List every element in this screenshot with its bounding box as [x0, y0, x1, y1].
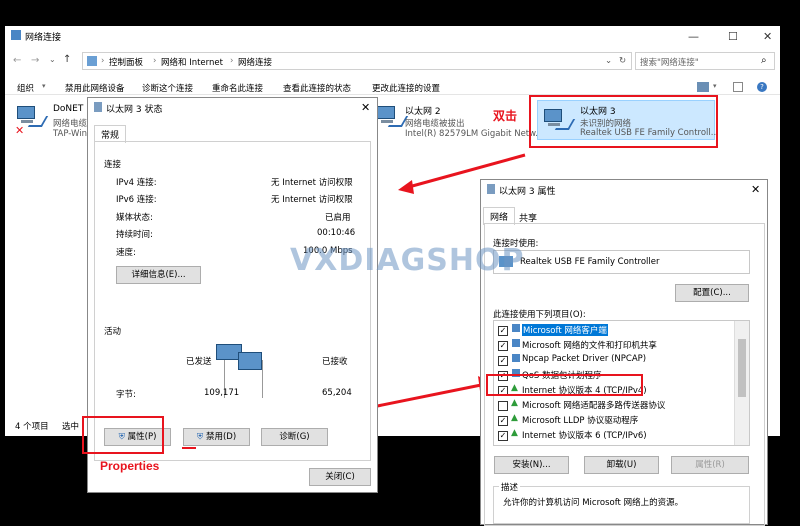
protocol-icon: ▲ — [511, 428, 518, 438]
adapter-name: Realtek USB FE Family Controller — [520, 257, 660, 267]
description-text: 允许你的计算机访问 Microsoft 网络上的资源。 — [503, 498, 684, 508]
properties-dialog: 以太网 3 属性 ✕ 网络 共享 连接时使用: Realtek USB FE F… — [480, 179, 768, 526]
scrollbar-thumb[interactable] — [738, 339, 746, 397]
arrow-head — [398, 180, 414, 194]
item-label: Microsoft 网络的文件和打印机共享 — [522, 341, 657, 351]
section-connection: 连接 — [104, 160, 122, 170]
row-value: 无 Internet 访问权限 — [271, 195, 353, 205]
dialog-title: 以太网 3 状态 — [106, 105, 163, 115]
network-icon — [487, 184, 495, 194]
row-label: 持续时间: — [116, 230, 153, 240]
disable-button[interactable]: ⛨ 禁用(D) — [183, 428, 250, 446]
item-properties-button[interactable]: 属性(R) — [671, 456, 749, 474]
checkbox-checked[interactable]: ✓ — [498, 341, 508, 351]
watermark: VXDIAGSHOP — [290, 243, 525, 278]
dialog-title: 以太网 3 属性 — [499, 187, 556, 197]
received-label: 已接收 — [322, 357, 348, 367]
description-label: 描述 — [499, 481, 521, 493]
network-icon — [94, 102, 102, 112]
disable-button-label: 禁用(D) — [205, 432, 237, 442]
protocol-icon: ▲ — [511, 413, 518, 423]
bytes-received: 65,204 — [322, 388, 352, 398]
item-label: Npcap Packet Driver (NPCAP) — [522, 354, 647, 364]
annotation-underline — [182, 447, 196, 449]
section-activity: 活动 — [104, 327, 122, 337]
checkbox-unchecked[interactable] — [498, 401, 508, 411]
close-button[interactable]: 关闭(C) — [309, 468, 371, 486]
uninstall-button[interactable]: 卸载(U) — [584, 456, 659, 474]
item-label: Internet 协议版本 6 (TCP/IPv6) — [522, 431, 647, 441]
row-value: 已启用 — [325, 213, 351, 223]
checkbox-checked[interactable]: ✓ — [498, 416, 508, 426]
row-label: 媒体状态: — [116, 213, 153, 223]
row-value: 无 Internet 访问权限 — [271, 178, 353, 188]
bytes-label: 字节: — [116, 390, 136, 400]
close-icon[interactable]: ✕ — [751, 183, 760, 196]
items-label: 此连接使用下列项目(O): — [493, 310, 586, 320]
activity-divider — [262, 360, 263, 398]
configure-button[interactable]: 配置(C)... — [675, 284, 749, 302]
items-scrollbar[interactable] — [734, 321, 749, 445]
install-button[interactable]: 安装(N)... — [494, 456, 569, 474]
annotation-box-ipv4 — [486, 374, 643, 396]
driver-icon — [512, 354, 520, 362]
close-icon[interactable]: ✕ — [361, 101, 370, 114]
shield-icon: ⛨ — [196, 432, 204, 442]
protocol-icon: ▲ — [511, 398, 518, 408]
annotation-box-properties-button — [82, 416, 164, 454]
client-icon — [512, 324, 520, 332]
item-label: Microsoft 网络适配器多路传送器协议 — [522, 401, 666, 411]
bytes-sent: 109,171 — [204, 388, 240, 398]
details-button[interactable]: 详细信息(E)... — [116, 266, 201, 284]
checkbox-checked[interactable]: ✓ — [498, 431, 508, 441]
computer-icon — [238, 352, 262, 370]
row-label: 速度: — [116, 248, 136, 258]
diagnose-button[interactable]: 诊断(G) — [261, 428, 328, 446]
item-label: Microsoft 网络客户端 — [522, 324, 608, 336]
item-label: Microsoft LLDP 协议驱动程序 — [522, 416, 639, 426]
sent-label: 已发送 — [186, 357, 212, 367]
tab-panel — [94, 141, 371, 461]
annotation-properties: Properties — [100, 459, 160, 473]
row-label: IPv6 连接: — [116, 195, 157, 205]
row-label: IPv4 连接: — [116, 178, 157, 188]
adapter-field: Realtek USB FE Family Controller — [493, 250, 750, 274]
service-icon — [512, 339, 520, 347]
checkbox-checked[interactable]: ✓ — [498, 326, 508, 336]
row-value: 00:10:46 — [317, 228, 356, 238]
checkbox-checked[interactable]: ✓ — [498, 356, 508, 366]
